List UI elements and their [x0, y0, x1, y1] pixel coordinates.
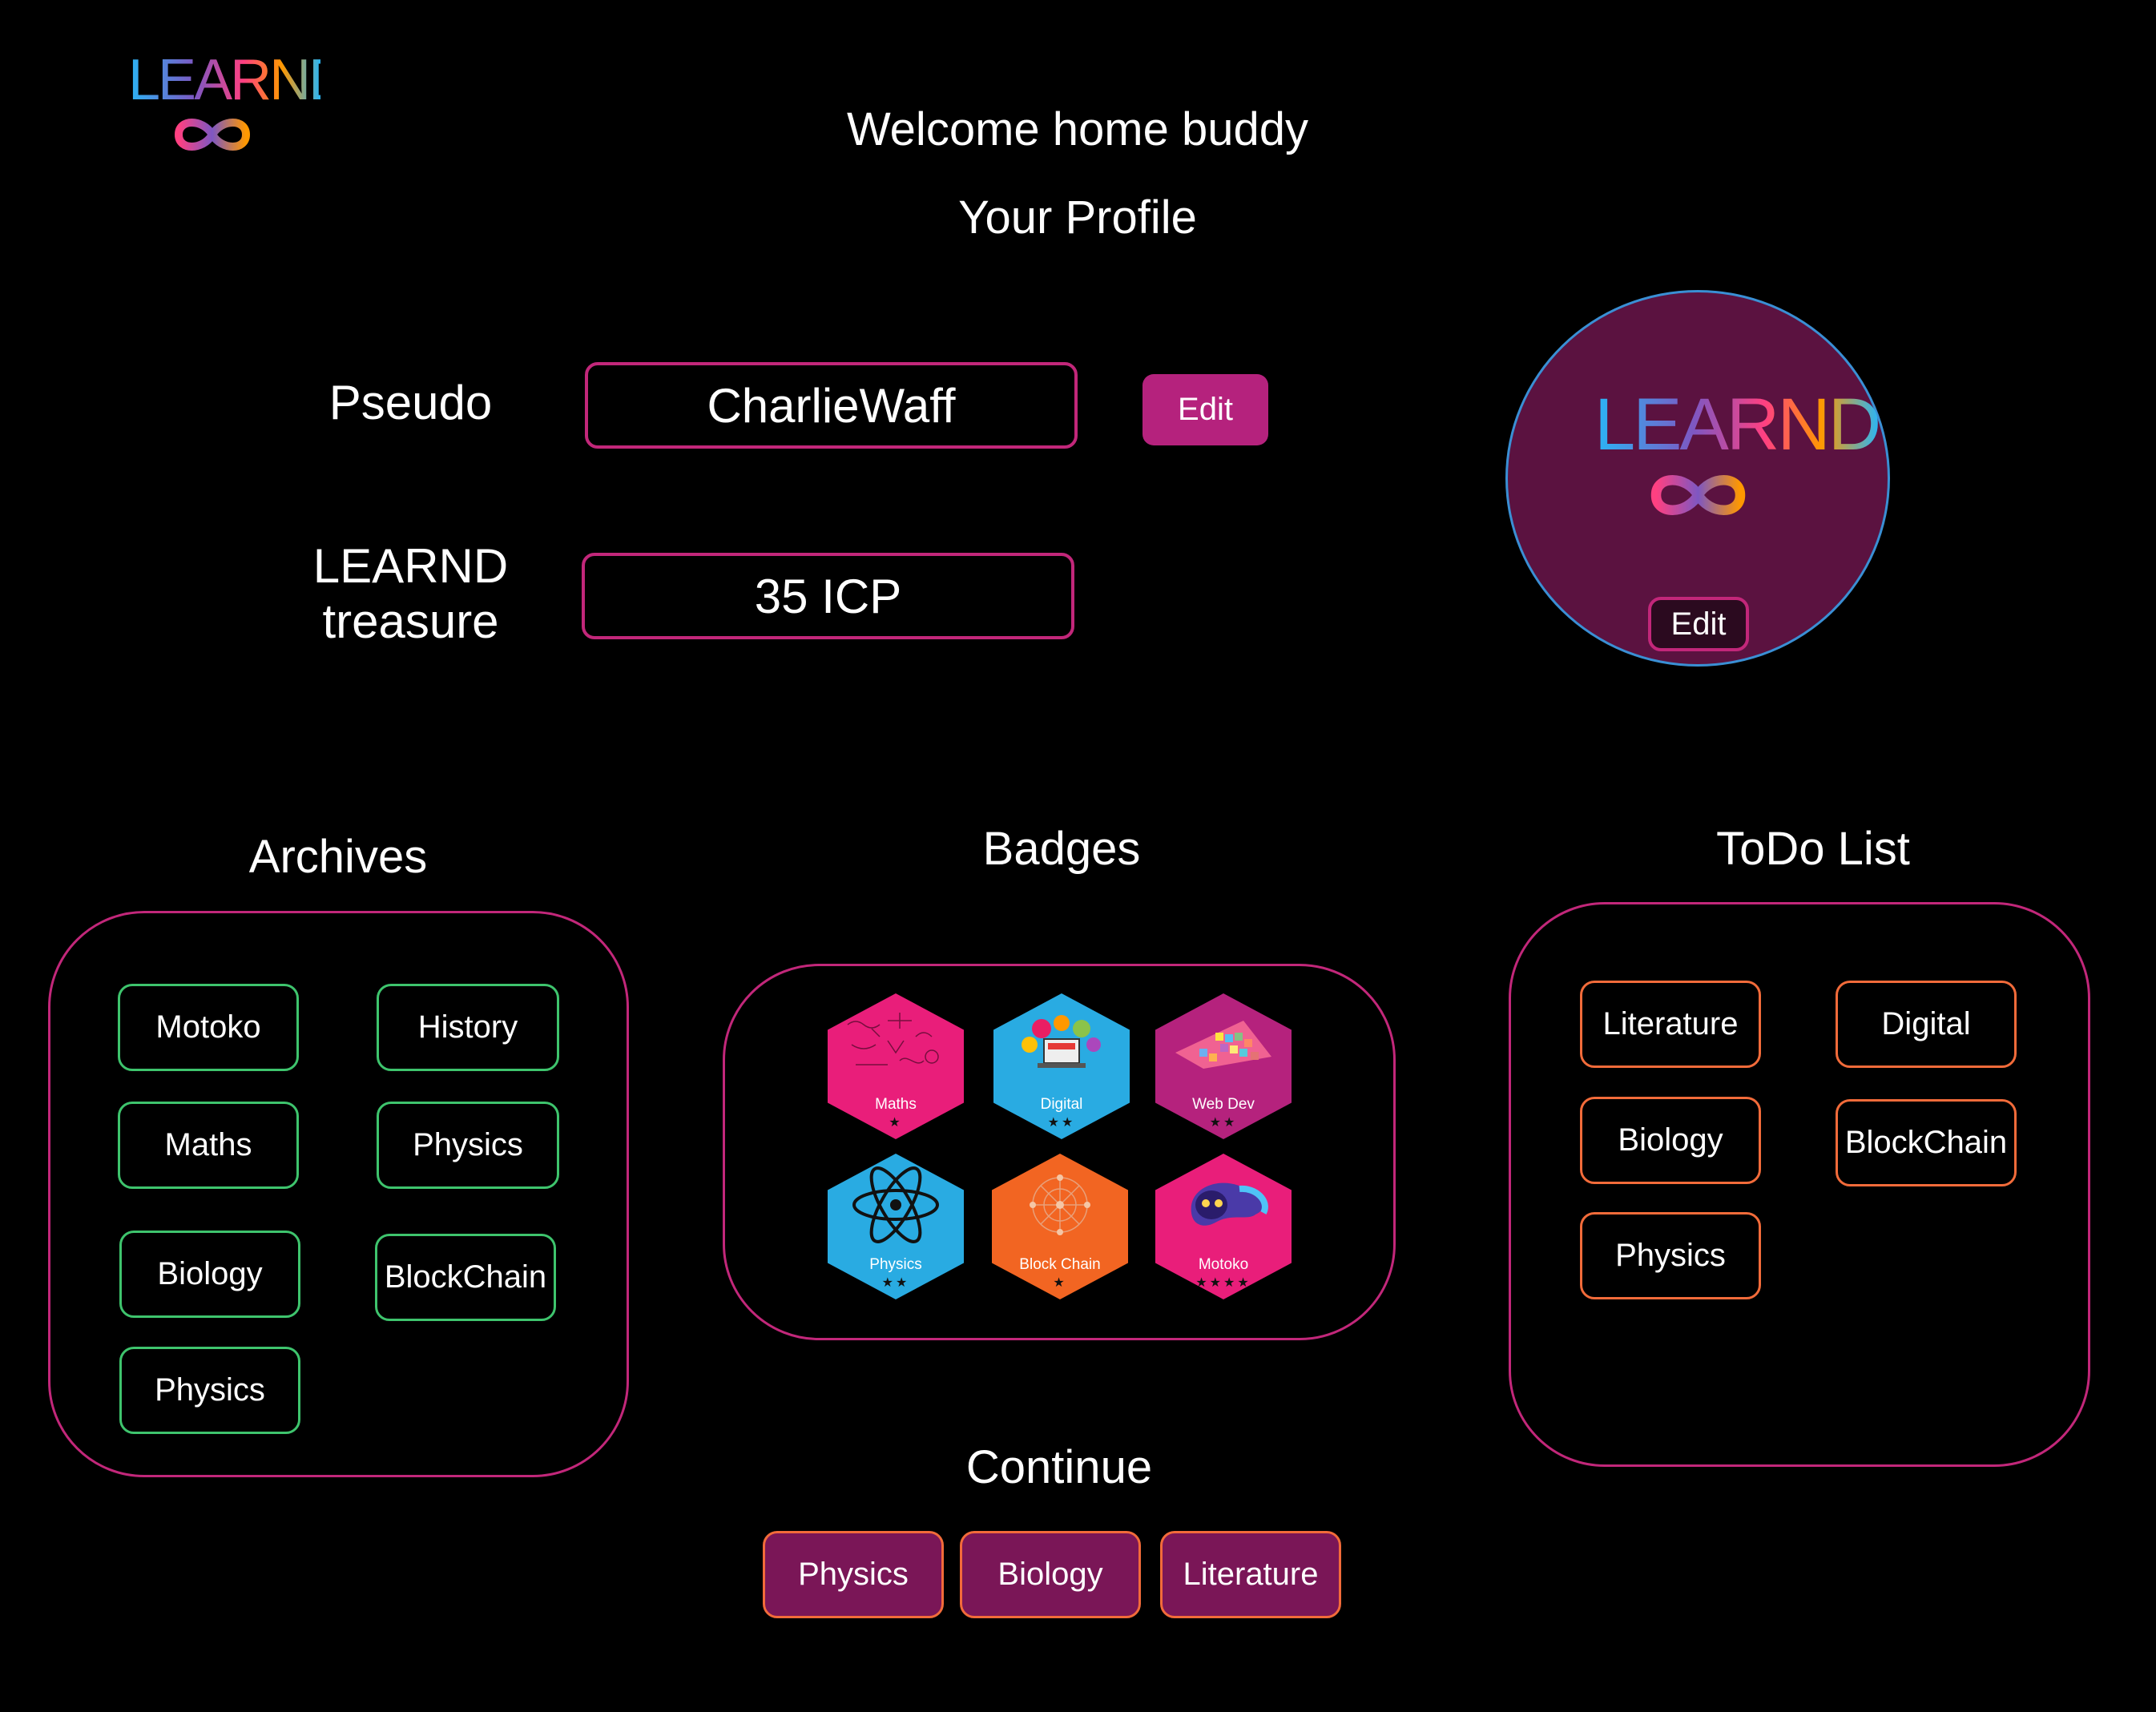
pseudo-label: Pseudo	[328, 376, 493, 429]
treasure-label-line2: treasure	[322, 594, 499, 648]
edit-pseudo-button[interactable]: Edit	[1142, 374, 1268, 445]
archive-item[interactable]: BlockChain	[375, 1234, 556, 1321]
avatar[interactable]: LEARND Edit	[1505, 290, 1890, 667]
pseudo-field[interactable]: CharlieWaff	[585, 362, 1078, 449]
treasure-field: 35 ICP	[582, 553, 1074, 639]
welcome-title: Welcome home buddy	[846, 103, 1308, 155]
badge-label: Motoko	[1198, 1256, 1249, 1273]
laptop-code-icon	[1022, 1015, 1101, 1068]
edit-avatar-button[interactable]: Edit	[1648, 597, 1749, 651]
todo-item[interactable]: Literature	[1580, 981, 1761, 1068]
math-formulas-icon	[847, 1013, 939, 1065]
continue-item[interactable]: Literature	[1160, 1531, 1341, 1618]
badge-stars: ★★	[881, 1276, 910, 1290]
badge-stars: ★	[1053, 1276, 1067, 1290]
badge-stars: ★★	[1047, 1116, 1076, 1130]
archives-title: Archives	[248, 831, 428, 883]
badge-label: Digital	[1040, 1096, 1083, 1113]
motoko-ghost-icon	[1191, 1182, 1268, 1226]
todo-title: ToDo List	[1716, 823, 1910, 875]
continue-item[interactable]: Biology	[960, 1531, 1141, 1618]
archive-item[interactable]: Physics	[119, 1347, 300, 1434]
todo-item[interactable]: BlockChain	[1836, 1099, 2017, 1186]
archive-item[interactable]: History	[377, 984, 559, 1071]
atom-icon	[852, 1166, 939, 1243]
avatar-infinity-icon	[1650, 475, 1746, 515]
archive-item[interactable]: Maths	[118, 1102, 299, 1189]
badge-label: Block Chain	[1019, 1256, 1101, 1273]
archive-item[interactable]: Biology	[119, 1231, 300, 1318]
badge-stars: ★★★★	[1195, 1276, 1251, 1290]
archive-item[interactable]: Motoko	[118, 984, 299, 1071]
infinity-icon	[174, 119, 251, 151]
badge-stars: ★	[889, 1116, 903, 1130]
pixel-grid-icon	[1175, 1021, 1271, 1069]
badge-label: Web Dev	[1192, 1096, 1255, 1113]
badges-title: Badges	[982, 823, 1141, 875]
page-title: Your Profile	[958, 191, 1197, 244]
continue-item[interactable]: Physics	[763, 1531, 944, 1618]
todo-item[interactable]: Physics	[1580, 1212, 1761, 1299]
continue-title: Continue	[965, 1441, 1153, 1493]
badge-label: Physics	[869, 1256, 922, 1273]
badge-label: Maths	[875, 1096, 917, 1113]
todo-item[interactable]: Biology	[1580, 1097, 1761, 1184]
treasure-label: LEARND treasure	[284, 538, 537, 649]
badge-stars: ★★	[1209, 1116, 1238, 1130]
logo-text: LEARND	[128, 48, 350, 112]
treasure-label-line1: LEARND	[312, 539, 509, 593]
network-icon	[1030, 1174, 1090, 1235]
logo[interactable]: LEARND	[128, 48, 350, 160]
todo-item[interactable]: Digital	[1836, 981, 2017, 1068]
avatar-logo-text: LEARND	[1594, 384, 1881, 465]
archive-item[interactable]: Physics	[377, 1102, 559, 1189]
